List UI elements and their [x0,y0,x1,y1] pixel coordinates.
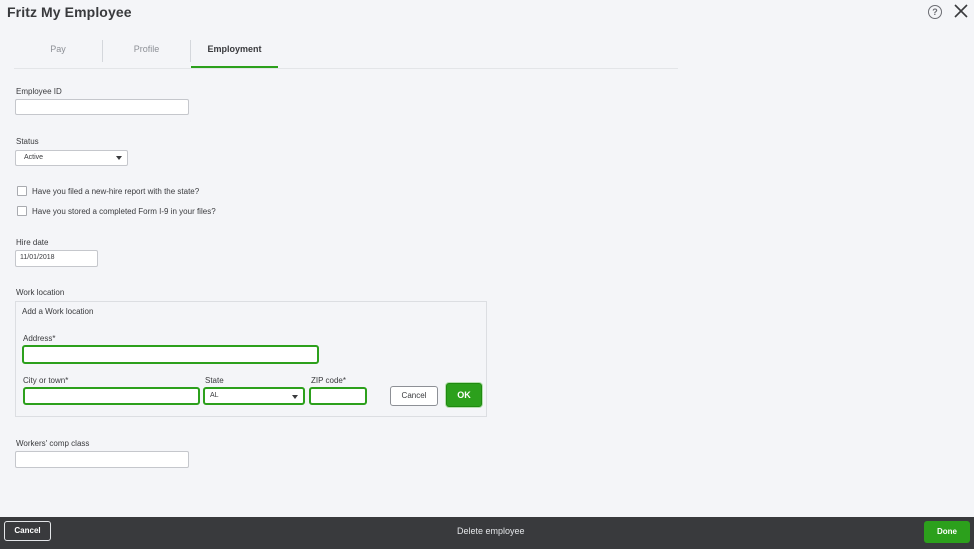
tab-bar: Pay Profile Employment [14,36,678,69]
new-hire-label: Have you filed a new-hire report with th… [32,187,200,196]
chevron-down-icon [116,156,122,160]
tab-employment[interactable]: Employment [191,36,278,68]
window-title: Fritz My Employee [7,4,132,20]
form-i9-label: Have you stored a completed Form I-9 in … [32,207,216,216]
close-icon[interactable] [952,2,970,20]
workers-comp-input[interactable] [15,451,189,468]
footer-bar: Cancel Delete employee Done [0,517,974,549]
city-label: City or town* [23,376,69,385]
delete-employee-link[interactable]: Delete employee [457,526,525,536]
work-location-ok-button[interactable]: OK [446,383,482,407]
workers-comp-label: Workers' comp class [16,439,90,448]
hire-date-input[interactable]: 11/01/2018 [15,250,98,267]
zip-input[interactable] [309,387,367,405]
address-label: Address* [23,334,56,343]
address-input[interactable] [22,345,319,364]
city-input[interactable] [23,387,200,405]
title-bar: Fritz My Employee ? [0,0,974,26]
status-select[interactable]: Active [15,150,128,166]
cancel-button[interactable]: Cancel [4,521,51,541]
tab-pay[interactable]: Pay [14,36,102,66]
zip-label: ZIP code* [311,376,346,385]
state-select[interactable]: AL [203,387,305,405]
employee-id-label: Employee ID [16,87,62,96]
form-i9-checkbox[interactable] [17,206,27,216]
work-location-cancel-button[interactable]: Cancel [390,386,438,406]
status-value: Active [24,154,44,161]
state-label: State [205,376,224,385]
state-value: AL [210,392,219,399]
work-location-panel-title: Add a Work location [22,307,94,316]
hire-date-label: Hire date [16,238,49,247]
work-location-label: Work location [16,288,65,297]
done-button[interactable]: Done [924,521,970,543]
help-icon[interactable]: ? [928,5,942,19]
chevron-down-icon [292,395,298,399]
new-hire-checkbox[interactable] [17,186,27,196]
status-label: Status [16,137,39,146]
tab-profile[interactable]: Profile [103,36,190,66]
employee-id-input[interactable] [15,99,189,115]
